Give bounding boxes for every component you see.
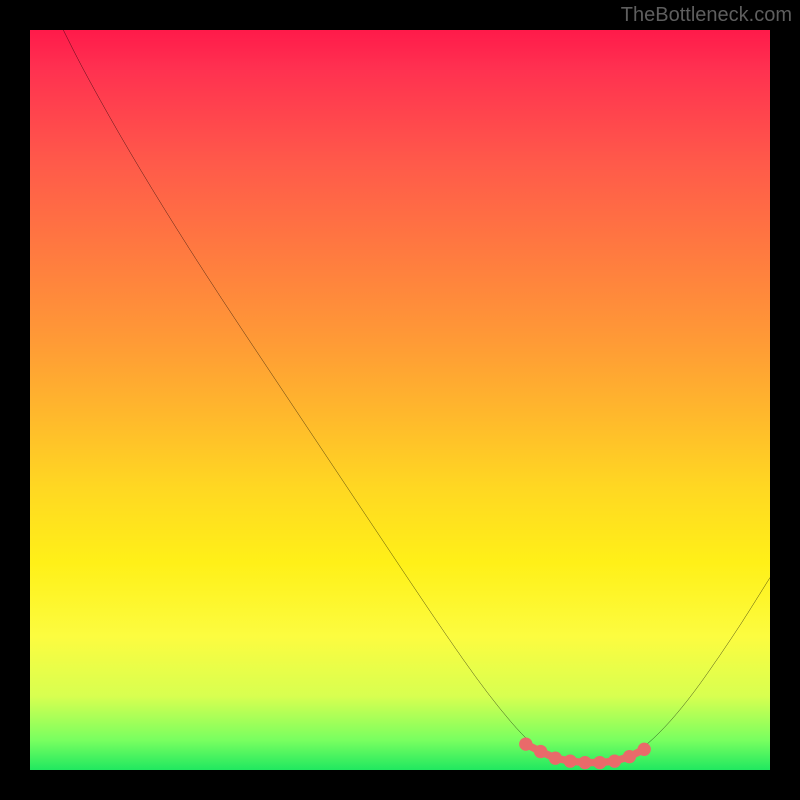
watermark-text: TheBottleneck.com [621, 4, 792, 27]
optimal-range-dot [623, 750, 636, 763]
optimal-range-dot [534, 745, 547, 758]
bottleneck-curve-line [63, 30, 770, 763]
optimal-range-dot [638, 743, 651, 756]
optimal-range-dot [549, 752, 562, 765]
plot-area [30, 30, 770, 770]
optimal-range-dot [608, 754, 621, 767]
optimal-range-dot [564, 754, 577, 767]
optimal-range-dot [593, 756, 606, 769]
optimal-range-dots [519, 737, 651, 769]
optimal-range-dot [519, 737, 532, 750]
chart-svg [30, 30, 770, 770]
optimal-range-dot [578, 756, 591, 769]
